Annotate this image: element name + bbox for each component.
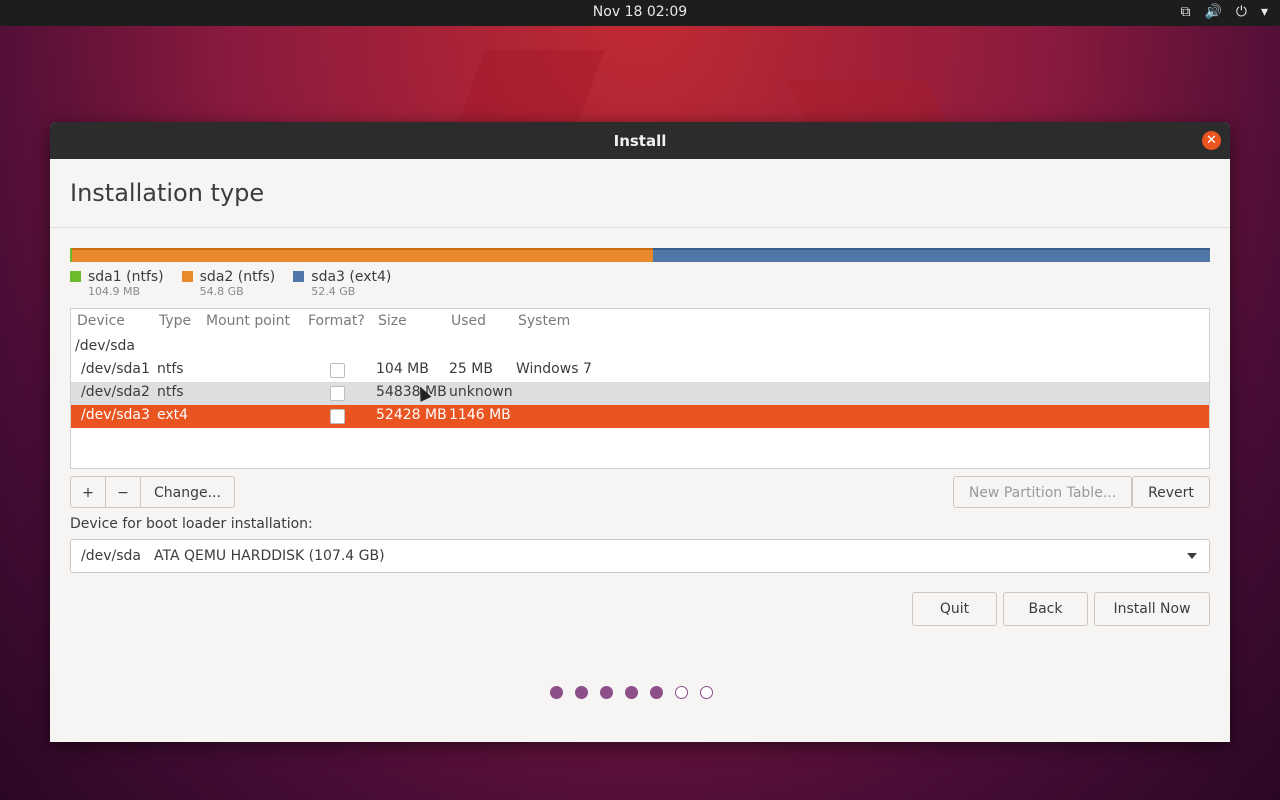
progress-dots bbox=[550, 686, 713, 699]
column-header-system[interactable]: System bbox=[518, 313, 570, 329]
column-header-device[interactable]: Device bbox=[77, 313, 125, 329]
remove-partition-button[interactable]: − bbox=[105, 476, 141, 508]
quit-button[interactable]: Quit bbox=[912, 592, 997, 626]
progress-dot bbox=[625, 686, 638, 699]
system-tray[interactable]: ⧉ 🔊 ⏻ ▾ bbox=[1180, 3, 1268, 21]
table-row[interactable]: /dev/sda2 ntfs 54838 MB unknown bbox=[71, 382, 1209, 405]
format-checkbox[interactable] bbox=[330, 363, 345, 378]
system-cell: Windows 7 bbox=[516, 361, 592, 377]
divider bbox=[50, 227, 1230, 228]
legend-name: sda3 (ext4) bbox=[311, 269, 392, 285]
device-cell: /dev/sda3 bbox=[81, 407, 150, 423]
progress-dot bbox=[550, 686, 563, 699]
column-header-format[interactable]: Format? bbox=[308, 313, 365, 329]
column-header-mount[interactable]: Mount point bbox=[206, 313, 290, 329]
wallpaper-shape bbox=[455, 50, 605, 130]
progress-dot bbox=[600, 686, 613, 699]
legend-item-sda3: sda3 (ext4) 52.4 GB bbox=[293, 269, 391, 298]
boot-loader-select[interactable]: /dev/sda ATA QEMU HARDDISK (107.4 GB) bbox=[70, 539, 1210, 573]
boot-loader-label: Device for boot loader installation: bbox=[70, 516, 313, 532]
partition-bar bbox=[70, 248, 1210, 262]
power-icon[interactable]: ⏻ bbox=[1236, 3, 1247, 21]
device-cell: /dev/sda2 bbox=[81, 384, 150, 400]
format-checkbox[interactable] bbox=[330, 409, 345, 424]
boot-device: /dev/sda bbox=[81, 548, 141, 564]
chevron-down-icon[interactable]: ▾ bbox=[1261, 3, 1268, 21]
device-cell: /dev/sda bbox=[75, 338, 135, 354]
column-header-type[interactable]: Type bbox=[159, 313, 191, 329]
new-partition-table-button[interactable]: New Partition Table... bbox=[953, 476, 1132, 508]
window-title: Install bbox=[613, 132, 667, 150]
revert-button[interactable]: Revert bbox=[1132, 476, 1210, 508]
clock[interactable]: Nov 18 02:09 bbox=[0, 4, 1280, 20]
boot-device-description: ATA QEMU HARDDISK (107.4 GB) bbox=[154, 548, 385, 564]
add-partition-button[interactable]: + bbox=[70, 476, 106, 508]
back-button[interactable]: Back bbox=[1003, 592, 1088, 626]
progress-dot bbox=[575, 686, 588, 699]
column-header-size[interactable]: Size bbox=[378, 313, 407, 329]
legend-item-sda2: sda2 (ntfs) 54.8 GB bbox=[181, 269, 276, 298]
partition-legend: sda1 (ntfs) 104.9 MB sda2 (ntfs) 54.8 GB… bbox=[70, 269, 391, 298]
partition-table: Device Type Mount point Format? Size Use… bbox=[70, 308, 1210, 469]
titlebar: Install ✕ bbox=[50, 122, 1230, 159]
size-cell: 54838 MB bbox=[376, 384, 447, 400]
device-cell: /dev/sda1 bbox=[81, 361, 150, 377]
type-cell: ntfs bbox=[157, 384, 184, 400]
legend-item-sda1: sda1 (ntfs) 104.9 MB bbox=[70, 269, 164, 298]
legend-size: 104.9 MB bbox=[88, 285, 141, 298]
type-cell: ntfs bbox=[157, 361, 184, 377]
network-icon[interactable]: ⧉ bbox=[1180, 3, 1190, 21]
progress-dot bbox=[675, 686, 688, 699]
legend-name: sda2 (ntfs) bbox=[199, 269, 276, 285]
table-row-selected[interactable]: /dev/sda3 ext4 52428 MB 1146 MB bbox=[71, 405, 1209, 428]
progress-dot bbox=[700, 686, 713, 699]
partition-segment-sda2 bbox=[72, 248, 653, 262]
format-checkbox[interactable] bbox=[330, 386, 345, 401]
top-bar: Nov 18 02:09 ⧉ 🔊 ⏻ ▾ bbox=[0, 0, 1280, 26]
used-cell: 25 MB bbox=[449, 361, 493, 377]
column-header-used[interactable]: Used bbox=[451, 313, 486, 329]
used-cell: unknown bbox=[449, 384, 513, 400]
chevron-down-icon bbox=[1187, 553, 1197, 559]
partition-segment-sda3 bbox=[653, 248, 1210, 262]
table-header: Device Type Mount point Format? Size Use… bbox=[71, 309, 1209, 335]
used-cell: 1146 MB bbox=[449, 407, 511, 423]
size-cell: 52428 MB bbox=[376, 407, 447, 423]
table-row-disk[interactable]: /dev/sda bbox=[71, 336, 1209, 359]
legend-swatch bbox=[181, 271, 193, 282]
legend-swatch bbox=[70, 271, 81, 282]
legend-name: sda1 (ntfs) bbox=[88, 269, 164, 285]
legend-size: 52.4 GB bbox=[311, 285, 356, 298]
installer-window: Install ✕ Installation type sda1 (ntfs) … bbox=[50, 122, 1230, 742]
page-title: Installation type bbox=[70, 179, 265, 207]
close-icon[interactable]: ✕ bbox=[1202, 131, 1221, 150]
change-partition-button[interactable]: Change... bbox=[140, 476, 235, 508]
type-cell: ext4 bbox=[157, 407, 189, 423]
table-row[interactable]: /dev/sda1 ntfs 104 MB 25 MB Windows 7 bbox=[71, 359, 1209, 382]
legend-size: 54.8 GB bbox=[199, 285, 244, 298]
legend-swatch bbox=[293, 271, 305, 282]
volume-icon[interactable]: 🔊 bbox=[1204, 3, 1221, 21]
install-now-button[interactable]: Install Now bbox=[1094, 592, 1210, 626]
size-cell: 104 MB bbox=[376, 361, 429, 377]
progress-dot bbox=[650, 686, 663, 699]
